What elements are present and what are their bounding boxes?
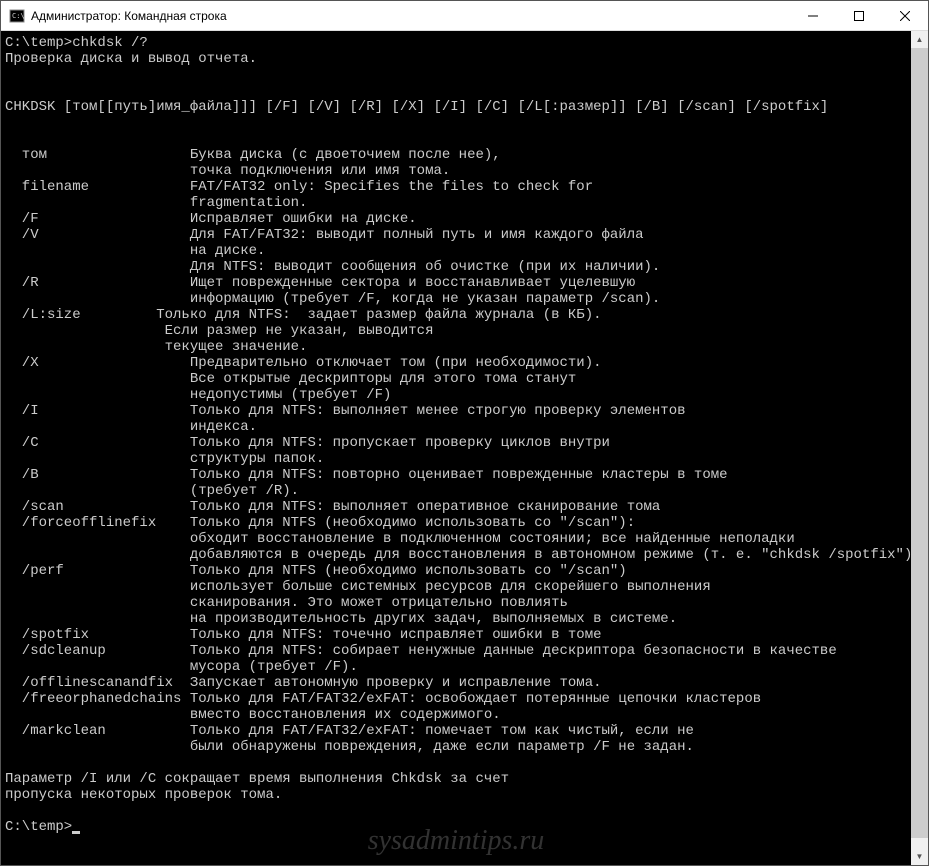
command-prompt-window: C:\ Администратор: Командная строка C:\t… <box>0 0 929 866</box>
minimize-button[interactable] <box>790 1 836 30</box>
terminal-area: C:\temp>chkdsk /? Проверка диска и вывод… <box>1 31 928 865</box>
cursor <box>72 831 80 834</box>
scroll-down-button[interactable]: ▼ <box>911 848 928 865</box>
titlebar[interactable]: C:\ Администратор: Командная строка <box>1 1 928 31</box>
scrollbar[interactable]: ▲ ▼ <box>911 31 928 865</box>
window-controls <box>790 1 928 30</box>
cmd-icon: C:\ <box>9 8 25 24</box>
scroll-up-button[interactable]: ▲ <box>911 31 928 48</box>
scroll-thumb[interactable] <box>911 48 928 838</box>
terminal-output[interactable]: C:\temp>chkdsk /? Проверка диска и вывод… <box>1 31 911 865</box>
window-title: Администратор: Командная строка <box>31 9 790 23</box>
close-button[interactable] <box>882 1 928 30</box>
svg-text:C:\: C:\ <box>12 12 25 20</box>
watermark: sysadmintips.ru <box>368 833 545 849</box>
maximize-button[interactable] <box>836 1 882 30</box>
